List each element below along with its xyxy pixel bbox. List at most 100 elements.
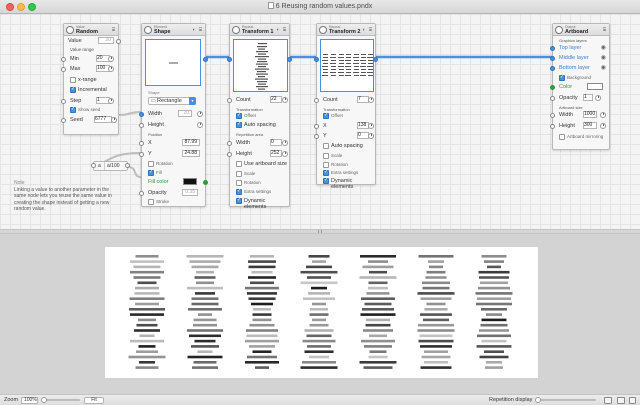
shape-fill-color-swatch[interactable] <box>183 178 197 185</box>
transform2-output-port[interactable] <box>373 57 378 62</box>
artboard-opacity-port[interactable] <box>550 96 555 101</box>
artboard-node-menu-icon[interactable]: ⌸ <box>603 27 607 33</box>
shape-x-field[interactable]: 87.99 <box>182 139 200 146</box>
expression-input-port[interactable] <box>91 163 96 168</box>
transform2-x-knob[interactable] <box>368 123 374 129</box>
random-node-header[interactable]: Value Random ⌸ <box>64 24 118 36</box>
fit-button[interactable]: Fit <box>84 397 104 404</box>
artboard-opacity-knob[interactable] <box>595 95 601 101</box>
shape-x-input-port[interactable] <box>139 141 144 146</box>
transform1-count-input-port[interactable] <box>227 98 232 103</box>
transform1-width-input-port[interactable] <box>227 141 232 146</box>
random-max-knob[interactable] <box>108 66 114 72</box>
artboard-middle-layer-port[interactable] <box>550 56 555 61</box>
random-seed-field[interactable]: 6777 <box>94 116 112 123</box>
shape-type-dropdown[interactable]: ▭ Rectangle ▾ <box>148 97 196 105</box>
random-seed-knob[interactable] <box>111 117 117 123</box>
transform2-extra-settings-checkbox[interactable] <box>323 169 329 176</box>
node-graph-canvas[interactable]: Value Random ⌸ Value 20 Value range Min … <box>0 14 640 229</box>
eye-icon[interactable]: ◉ <box>601 54 606 61</box>
random-node[interactable]: Value Random ⌸ Value 20 Value range Min … <box>61 23 121 135</box>
artboard-width-port[interactable] <box>550 113 555 118</box>
shape-node-header[interactable]: Element Shape ◐ ⌸ <box>142 24 205 36</box>
random-xrange-checkbox[interactable] <box>70 77 76 83</box>
transform2-dynamic-checkbox[interactable] <box>323 177 329 184</box>
transform2-offset-checkbox[interactable] <box>323 112 329 119</box>
eye-icon[interactable]: ◉ <box>601 44 606 51</box>
random-step-knob[interactable] <box>108 98 114 104</box>
layout-icon[interactable] <box>604 397 612 404</box>
transform2-auto-spacing-checkbox[interactable] <box>323 143 329 149</box>
shape-node-menu-icon[interactable]: ◐ ⌸ <box>193 27 203 33</box>
transform2-input-port[interactable] <box>314 57 319 62</box>
random-incremental-checkbox[interactable] <box>70 86 76 93</box>
artboard-width-knob[interactable] <box>600 112 606 118</box>
artboard-width-field[interactable]: 1000 <box>583 111 597 118</box>
transform1-dynamic-checkbox[interactable] <box>236 197 242 204</box>
artboard-bottom-layer-port[interactable] <box>550 66 555 71</box>
artboard-height-field[interactable]: 300 <box>583 122 597 129</box>
zoom-field[interactable]: 100% <box>21 397 38 404</box>
fullscreen-icon[interactable] <box>617 397 625 404</box>
artboard-node-header[interactable]: Output Artboard ⌸ <box>553 24 609 36</box>
random-max-input-port[interactable] <box>61 67 66 72</box>
repetition-display-thumb[interactable] <box>535 397 541 403</box>
transform2-node[interactable]: Repeat Transform 2 ◐ ⌸ Count 7 Transform… <box>314 23 378 190</box>
artboard-mirroring-checkbox[interactable] <box>559 134 565 140</box>
artboard-height-port[interactable] <box>550 124 555 129</box>
random-node-menu-icon[interactable]: ⌸ <box>112 27 116 33</box>
transform1-node[interactable]: Repeat Transform 1 ◐ ⌸ Count 22 Transfor… <box>227 23 292 210</box>
transform2-y-knob[interactable] <box>368 133 374 139</box>
transform1-use-artboard-checkbox[interactable] <box>236 161 242 167</box>
shape-y-input-port[interactable] <box>139 152 144 157</box>
shape-stroke-checkbox[interactable] <box>148 199 154 205</box>
artboard-middle-layer-row[interactable]: Middle layer ◉ <box>550 54 609 63</box>
random-seed-input-port[interactable] <box>61 118 66 123</box>
artboard-top-layer-port[interactable] <box>550 46 555 51</box>
transform2-scale-checkbox[interactable] <box>323 153 329 159</box>
artboard-background-checkbox[interactable] <box>559 74 565 81</box>
transform1-rotation-checkbox[interactable] <box>236 180 242 186</box>
expression-node[interactable]: a a/100 <box>91 161 130 171</box>
transform1-scale-checkbox[interactable] <box>236 171 242 177</box>
shape-width-knob[interactable] <box>197 111 203 117</box>
transform1-count-knob[interactable] <box>282 97 288 103</box>
artboard-color-swatch[interactable] <box>587 83 603 90</box>
transform2-rotation-checkbox[interactable] <box>323 162 329 168</box>
eye-icon[interactable]: ◉ <box>601 64 606 71</box>
shape-output-port[interactable] <box>203 57 208 62</box>
transform1-node-header[interactable]: Repeat Transform 1 ◐ ⌸ <box>230 24 289 36</box>
shape-y-field[interactable]: 24.88 <box>182 150 200 157</box>
shape-node[interactable]: Element Shape ◐ ⌸ Shape ▭ Rectangle ▾ Wi… <box>139 23 208 207</box>
transform2-count-input-port[interactable] <box>314 98 319 103</box>
shape-rotation-checkbox[interactable] <box>148 161 154 167</box>
random-value-output-port[interactable] <box>116 39 121 44</box>
transform2-node-menu-icon[interactable]: ◐ ⌸ <box>363 27 373 33</box>
transform1-output-port[interactable] <box>287 57 292 62</box>
random-min-input-port[interactable] <box>61 57 66 62</box>
transform1-height-input-port[interactable] <box>227 152 232 157</box>
shape-fill-color-port[interactable] <box>203 180 208 185</box>
expression-value[interactable]: a/100 <box>104 162 120 170</box>
random-show-seed-checkbox[interactable] <box>70 106 76 113</box>
transform1-extra-settings-checkbox[interactable] <box>236 188 242 195</box>
expression-output-port[interactable] <box>125 163 130 168</box>
shape-fill-checkbox[interactable] <box>148 169 154 176</box>
artboard-top-layer-row[interactable]: Top layer ◉ <box>550 44 609 53</box>
transform1-offset-checkbox[interactable] <box>236 112 242 119</box>
random-min-knob[interactable] <box>108 56 114 62</box>
shape-opacity-field[interactable]: 0.35 <box>182 189 198 196</box>
transform2-y-input-port[interactable] <box>314 134 319 139</box>
artboard-opacity-field[interactable]: 1 <box>583 94 593 101</box>
shape-width-field[interactable]: 20 <box>178 110 192 117</box>
expand-icon[interactable] <box>629 397 636 404</box>
transform2-x-input-port[interactable] <box>314 124 319 129</box>
artboard-color-port[interactable] <box>550 85 555 90</box>
transform1-node-menu-icon[interactable]: ◐ ⌸ <box>277 27 287 33</box>
transform1-height-field[interactable]: 252 <box>270 150 282 157</box>
transform1-width-field[interactable]: 0 <box>270 139 282 146</box>
artboard-node[interactable]: Output Artboard ⌸ Graphics layers Top la… <box>550 23 610 150</box>
transform1-input-port[interactable] <box>227 57 232 62</box>
shape-width-input-port[interactable] <box>139 112 144 117</box>
random-step-input-port[interactable] <box>61 99 66 104</box>
